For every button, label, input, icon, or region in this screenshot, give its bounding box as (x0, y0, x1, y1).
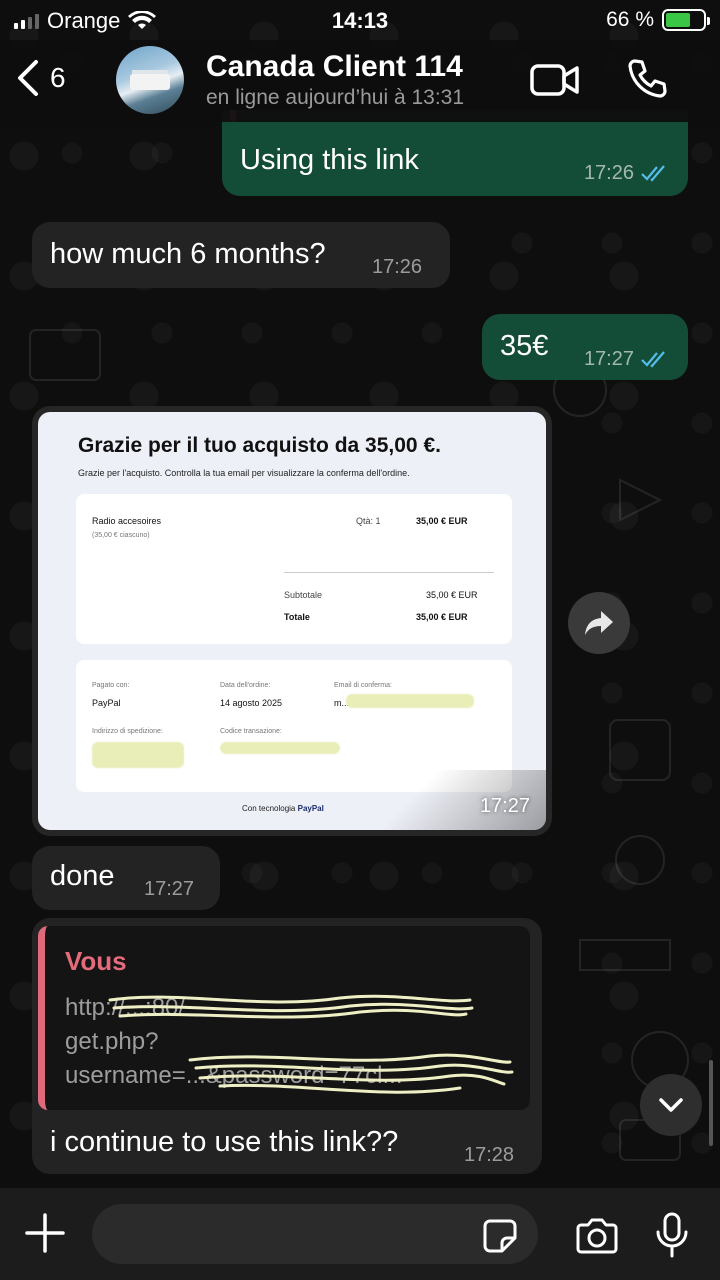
receipt-items-card: Radio accesoires (35,00 € ciascuno) Qtà:… (76, 494, 512, 644)
powered-by: Con tecnologia PayPal (242, 804, 324, 813)
quote-author: Vous (65, 946, 127, 976)
battery-icon (662, 9, 710, 31)
message-incoming[interactable]: how much 6 months? 17:26 (32, 222, 450, 288)
message-time: 17:27 (144, 878, 195, 900)
receipt-subtitle: Grazie per l'acquisto. Controlla la tua … (78, 468, 410, 478)
redaction-scribble (108, 994, 514, 1094)
shipping-label: Indirizzo di spedizione: (92, 728, 163, 735)
microphone-icon[interactable] (654, 1212, 690, 1258)
email-label: Email di conferma: (334, 682, 392, 689)
powered-by-text: Con tecnologia (242, 804, 296, 813)
unread-count: 6 (50, 62, 66, 93)
message-time: 17:28 (464, 1144, 515, 1166)
message-text: 35€ (500, 330, 549, 362)
battery-fill (666, 13, 690, 27)
total-value: 35,00 € EUR (416, 612, 468, 622)
message-image[interactable]: Grazie per il tuo acquisto da 35,00 €. G… (32, 406, 552, 836)
item-price: 35,00 € EUR (416, 516, 468, 526)
forward-icon (585, 611, 613, 635)
order-date-label: Data dell'ordine: (220, 682, 271, 689)
read-ticks-icon (641, 165, 665, 182)
read-ticks-icon (641, 351, 665, 368)
paid-with-label: Pagato con: (92, 682, 130, 689)
message-text: i continue to use this link?? (50, 1126, 399, 1158)
transaction-label: Codice transazione: (220, 728, 282, 735)
back-button[interactable]: 6 (16, 58, 66, 98)
phone-icon[interactable] (626, 58, 668, 100)
message-time: 17:26 (583, 162, 634, 184)
redaction (346, 694, 474, 708)
chevron-left-icon (18, 60, 38, 96)
item-unit-price: (35,00 € ciascuno) (92, 532, 150, 539)
message-time: 17:26 (372, 256, 423, 278)
message-input[interactable] (92, 1204, 538, 1264)
sticker-icon[interactable] (482, 1218, 518, 1254)
message-time: 17:27 (479, 795, 530, 817)
status-right: 66 % (606, 8, 710, 32)
paid-with-value: PayPal (92, 698, 121, 708)
item-qty: Qtà: 1 (356, 516, 381, 526)
scrollbar[interactable] (709, 1060, 713, 1146)
chat-header: 6 Canada Client 114 en ligne aujourd’hui… (0, 40, 720, 122)
receipt-title: Grazie per il tuo acquisto da 35,00 €. (78, 434, 441, 457)
message-text: how much 6 months? (50, 238, 326, 270)
forward-button[interactable] (568, 592, 630, 654)
total-label: Totale (284, 612, 310, 622)
battery-percent: 66 % (606, 8, 654, 31)
chevron-down-icon (659, 1098, 683, 1112)
avatar[interactable] (116, 46, 184, 114)
message-outgoing[interactable]: 35€ 17:27 (482, 314, 688, 380)
scroll-to-bottom-button[interactable] (640, 1074, 702, 1136)
item-name: Radio accesoires (92, 516, 162, 526)
message-outgoing[interactable]: Using this link 17:26 (222, 110, 688, 196)
message-incoming[interactable]: done 17:27 (32, 846, 220, 910)
order-date-value: 14 agosto 2025 (220, 698, 283, 708)
contact-status: en ligne aujourd’hui à 13:31 (206, 86, 465, 109)
message-text: done (50, 860, 115, 892)
composer-bar (0, 1188, 720, 1280)
subtotal-value: 35,00 € EUR (426, 590, 478, 600)
subtotal-label: Subtotale (284, 590, 323, 600)
redaction (92, 742, 184, 768)
receipt-image: Grazie per il tuo acquisto da 35,00 €. G… (38, 412, 546, 830)
paypal-logo: PayPal (297, 804, 324, 813)
message-text: Using this link (240, 144, 419, 176)
redaction (220, 742, 340, 754)
status-bar: Orange 14:13 66 % (0, 0, 720, 40)
message-time: 17:27 (583, 348, 634, 370)
video-call-icon[interactable] (530, 62, 580, 98)
plus-icon[interactable] (24, 1212, 66, 1254)
contact-name[interactable]: Canada Client 114 (206, 50, 463, 84)
camera-icon[interactable] (574, 1218, 620, 1254)
